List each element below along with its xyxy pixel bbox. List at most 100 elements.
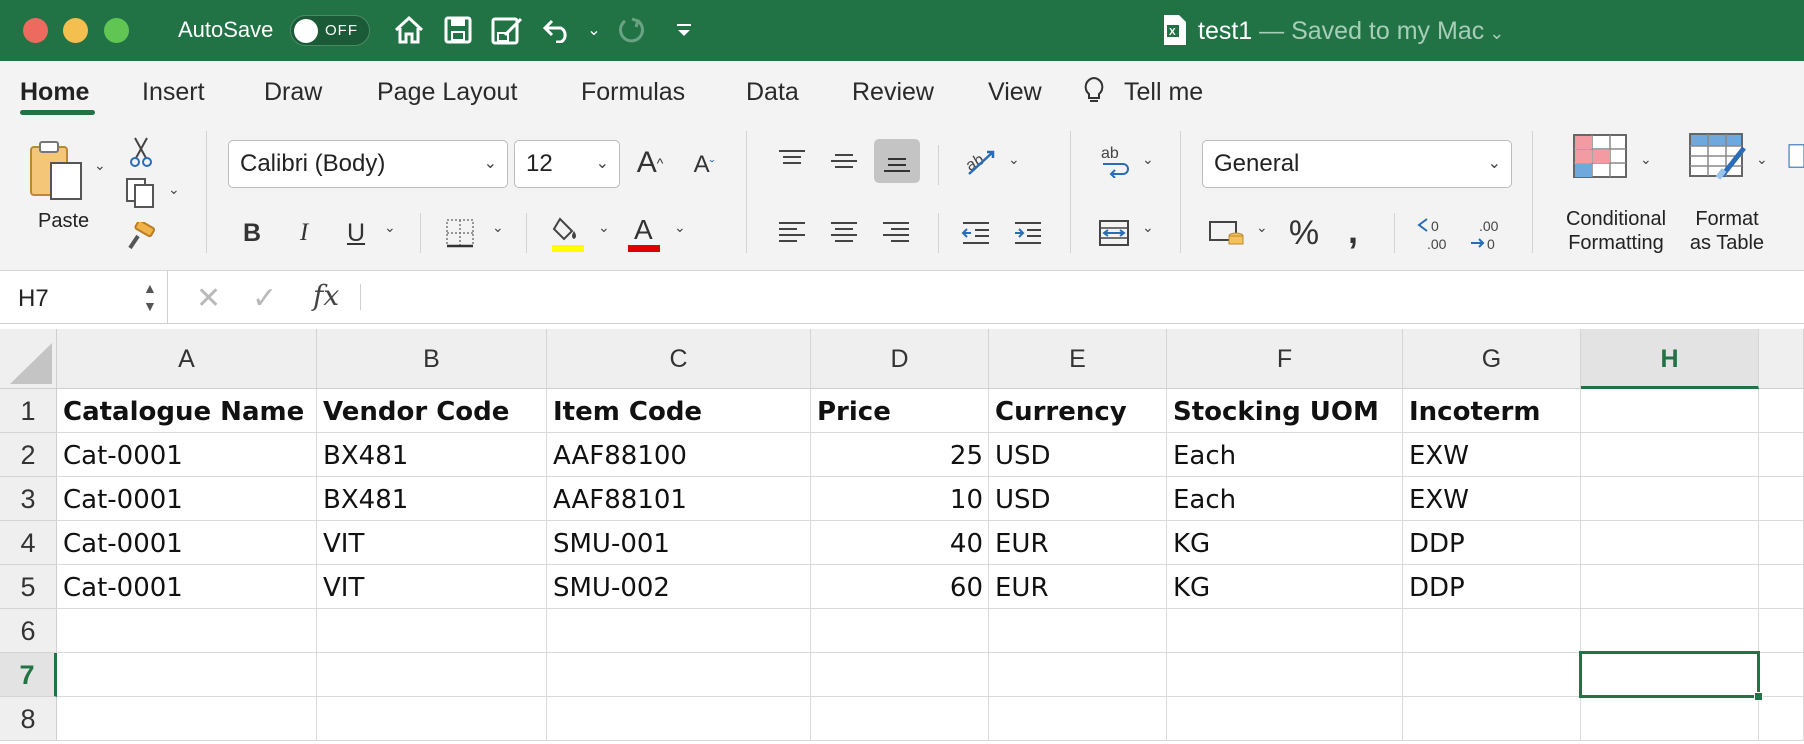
cell-e4[interactable]: EUR — [989, 521, 1167, 565]
align-bottom-icon[interactable] — [874, 139, 920, 183]
zoom-window-button[interactable] — [104, 18, 129, 43]
tab-home[interactable]: Home — [20, 78, 89, 107]
bold-button[interactable]: B — [236, 213, 268, 253]
copy-icon[interactable] — [122, 175, 158, 211]
cell-g4[interactable]: DDP — [1403, 521, 1581, 565]
cut-icon[interactable] — [126, 135, 156, 169]
tab-page-layout[interactable]: Page Layout — [377, 78, 517, 107]
tab-insert[interactable]: Insert — [142, 78, 205, 107]
orientation-icon[interactable]: ab — [960, 141, 1000, 181]
tab-view[interactable]: View — [988, 78, 1042, 107]
cell-b5[interactable]: VIT — [317, 565, 547, 609]
column-header-b[interactable]: B — [317, 329, 547, 389]
row-header-1[interactable]: 1 — [0, 389, 57, 433]
cell-c6[interactable] — [547, 609, 811, 653]
autosave-toggle[interactable]: OFF — [290, 15, 370, 46]
cell-f7[interactable] — [1167, 653, 1403, 697]
cell-d6[interactable] — [811, 609, 989, 653]
cell-a8[interactable] — [57, 697, 317, 741]
conditional-formatting-label[interactable]: Conditional Formatting — [1556, 207, 1676, 255]
select-all-button[interactable] — [0, 329, 57, 389]
cell-c1[interactable]: Item Code — [547, 389, 811, 433]
save-as-icon[interactable] — [488, 12, 528, 48]
decrease-decimal-icon[interactable]: .00 0 — [1468, 211, 1508, 255]
cell-a3[interactable]: Cat-0001 — [57, 477, 317, 521]
font-size-select[interactable]: 12 ⌄ — [514, 140, 620, 188]
column-header-h[interactable]: H — [1581, 329, 1759, 389]
insert-function-icon[interactable]: fx — [313, 279, 339, 312]
accounting-format-icon[interactable] — [1206, 213, 1250, 253]
decrease-indent-icon[interactable] — [958, 215, 994, 251]
underline-button[interactable]: U — [340, 213, 372, 253]
cell-a4[interactable]: Cat-0001 — [57, 521, 317, 565]
cell-filler[interactable] — [1759, 521, 1804, 565]
cell-g1[interactable]: Incoterm — [1403, 389, 1581, 433]
merge-center-icon[interactable] — [1094, 215, 1134, 251]
cell-h2[interactable] — [1581, 433, 1759, 477]
cell-b6[interactable] — [317, 609, 547, 653]
cell-h3[interactable] — [1581, 477, 1759, 521]
wrap-text-icon[interactable]: ab — [1096, 141, 1136, 181]
undo-icon[interactable] — [540, 12, 574, 48]
conditional-formatting-icon[interactable] — [1570, 131, 1630, 181]
cell-e7[interactable] — [989, 653, 1167, 697]
column-header-f[interactable]: F — [1167, 329, 1403, 389]
tab-review[interactable]: Review — [852, 78, 934, 107]
font-color-icon[interactable]: A — [626, 211, 662, 255]
orientation-dropdown-chevron-icon[interactable]: ⌄ — [1008, 151, 1020, 168]
cell-b7[interactable] — [317, 653, 547, 697]
cell-d2[interactable]: 25 — [811, 433, 989, 477]
row-header-2[interactable]: 2 — [0, 433, 57, 477]
tab-draw[interactable]: Draw — [264, 78, 322, 107]
column-header-g[interactable]: G — [1403, 329, 1581, 389]
accounting-dropdown-chevron-icon[interactable]: ⌄ — [1256, 219, 1268, 236]
increase-indent-icon[interactable] — [1010, 215, 1046, 251]
row-header-7[interactable]: 7 — [0, 653, 57, 697]
cell-d5[interactable]: 60 — [811, 565, 989, 609]
comma-style-icon[interactable]: , — [1338, 210, 1368, 251]
align-top-icon[interactable] — [774, 143, 810, 179]
font-color-dropdown-chevron-icon[interactable]: ⌄ — [674, 219, 686, 236]
cell-e6[interactable] — [989, 609, 1167, 653]
cell-h7[interactable] — [1581, 653, 1759, 697]
fill-color-dropdown-chevron-icon[interactable]: ⌄ — [598, 219, 610, 236]
cell-d1[interactable]: Price — [811, 389, 989, 433]
cell-b1[interactable]: Vendor Code — [317, 389, 547, 433]
cell-g2[interactable]: EXW — [1403, 433, 1581, 477]
customize-toolbar-icon[interactable] — [672, 12, 696, 48]
cell-e1[interactable]: Currency — [989, 389, 1167, 433]
undo-dropdown-chevron-icon[interactable]: ⌄ — [584, 12, 604, 48]
cell-filler[interactable] — [1759, 433, 1804, 477]
format-as-table-chevron-icon[interactable]: ⌄ — [1756, 151, 1768, 168]
conditional-formatting-chevron-icon[interactable]: ⌄ — [1640, 151, 1652, 168]
paste-icon[interactable] — [26, 139, 86, 201]
cell-c3[interactable]: AAF88101 — [547, 477, 811, 521]
increase-font-size-icon[interactable]: A ^ — [630, 141, 670, 185]
format-painter-icon[interactable] — [124, 221, 158, 253]
row-header-5[interactable]: 5 — [0, 565, 57, 609]
fill-color-icon[interactable] — [550, 211, 586, 255]
cell-a1[interactable]: Catalogue Name — [57, 389, 317, 433]
cell-b8[interactable] — [317, 697, 547, 741]
save-icon[interactable] — [440, 12, 476, 48]
name-box-stepper-icon[interactable]: ▲ ▼ — [143, 279, 157, 315]
column-header-e[interactable]: E — [989, 329, 1167, 389]
underline-dropdown-chevron-icon[interactable]: ⌄ — [384, 219, 396, 236]
cell-filler[interactable] — [1759, 389, 1804, 433]
cell-d3[interactable]: 10 — [811, 477, 989, 521]
close-window-button[interactable] — [23, 18, 48, 43]
cell-e8[interactable] — [989, 697, 1167, 741]
cell-a6[interactable] — [57, 609, 317, 653]
cell-h8[interactable] — [1581, 697, 1759, 741]
cell-f3[interactable]: Each — [1167, 477, 1403, 521]
tab-data[interactable]: Data — [746, 78, 799, 107]
borders-dropdown-chevron-icon[interactable]: ⌄ — [492, 219, 504, 236]
italic-button[interactable]: I — [288, 213, 320, 253]
cell-a5[interactable]: Cat-0001 — [57, 565, 317, 609]
format-as-table-icon[interactable] — [1686, 131, 1750, 181]
cell-e5[interactable]: EUR — [989, 565, 1167, 609]
cell-f5[interactable]: KG — [1167, 565, 1403, 609]
fill-handle[interactable] — [1754, 692, 1763, 701]
cell-d7[interactable] — [811, 653, 989, 697]
cell-a2[interactable]: Cat-0001 — [57, 433, 317, 477]
